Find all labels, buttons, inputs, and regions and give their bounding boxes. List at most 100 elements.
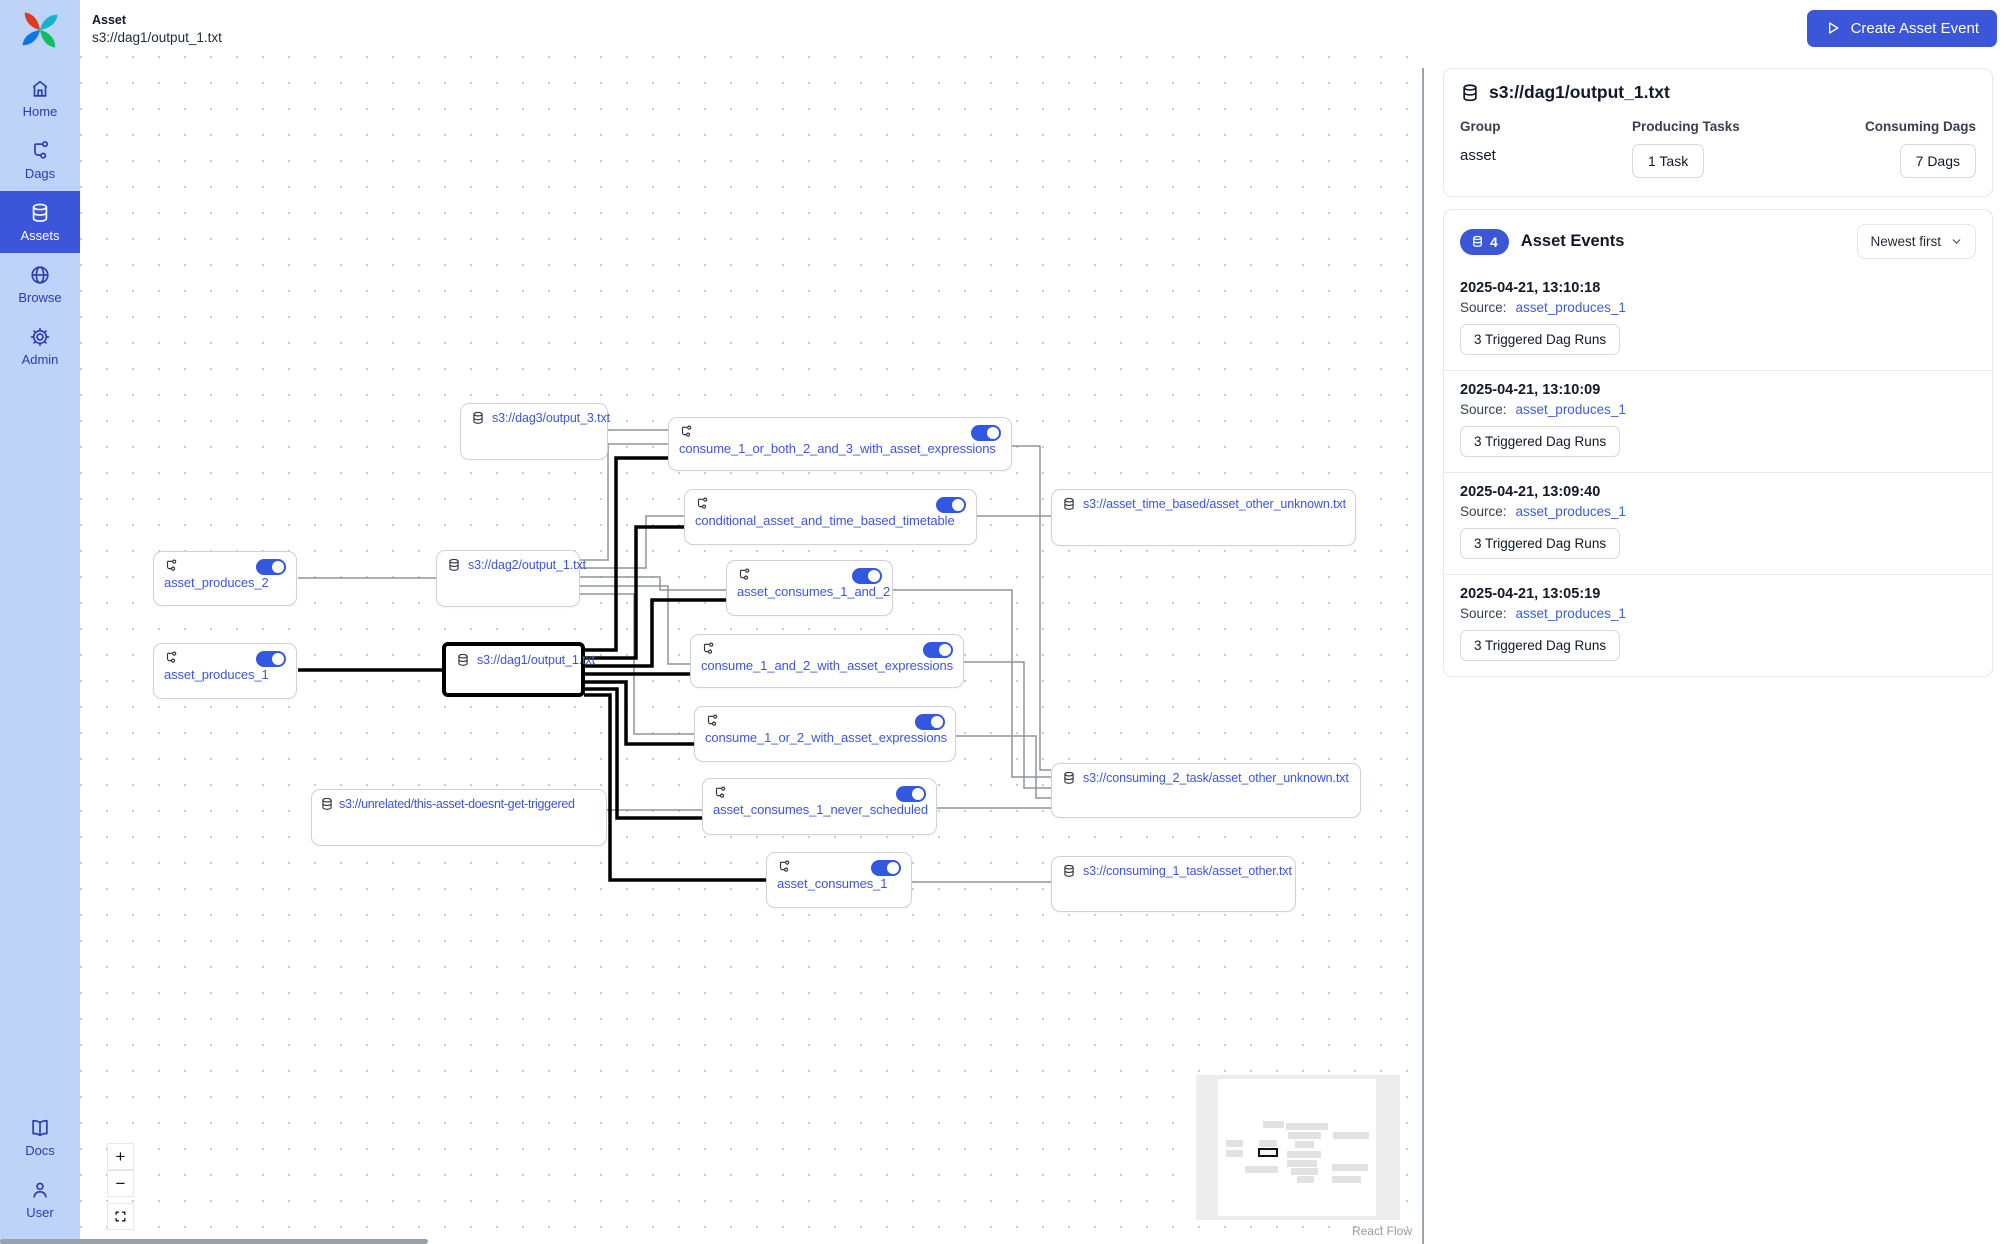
node-label[interactable]: s3://dag2/output_1.txt — [468, 558, 586, 572]
node-label[interactable]: s3://asset_time_based/asset_other_unknow… — [1083, 497, 1346, 511]
create-asset-event-label: Create Asset Event — [1851, 20, 1979, 37]
dag-pause-toggle[interactable] — [915, 714, 945, 730]
create-asset-event-button[interactable]: Create Asset Event — [1807, 10, 1997, 47]
graph-node-dag-consume-1-or-both[interactable]: consume_1_or_both_2_and_3_with_asset_exp… — [668, 417, 1012, 471]
dag-pause-toggle[interactable] — [896, 786, 926, 802]
producing-tasks-button[interactable]: 1 Task — [1632, 144, 1704, 178]
graph-edges — [80, 0, 1422, 1244]
node-label[interactable]: asset_produces_1 — [164, 667, 286, 682]
node-label[interactable]: consume_1_or_both_2_and_3_with_asset_exp… — [679, 441, 1001, 456]
sidebar-item-label: Docs — [25, 1143, 55, 1158]
node-label[interactable]: s3://consuming_2_task/asset_other_unknow… — [1083, 771, 1349, 785]
asset-events-card: 4 Asset Events Newest first 2025-04-21, … — [1443, 209, 1993, 677]
node-label[interactable]: consume_1_or_2_with_asset_expressions — [705, 730, 945, 745]
minus-icon: − — [116, 1174, 126, 1194]
event-source-link[interactable]: asset_produces_1 — [1516, 402, 1626, 417]
database-icon — [1062, 864, 1076, 878]
triggered-dag-runs-button[interactable]: 3 Triggered Dag Runs — [1460, 324, 1620, 355]
panel-resize-handle[interactable] — [1422, 68, 1424, 1244]
node-label[interactable]: s3://dag1/output_1.txt — [477, 653, 595, 667]
sidebar-item-browse[interactable]: Browse — [0, 253, 80, 315]
event-source-link[interactable]: asset_produces_1 — [1516, 504, 1626, 519]
node-label[interactable]: conditional_asset_and_time_based_timetab… — [695, 513, 966, 528]
graph-node-dag-asset-consumes-1[interactable]: asset_consumes_1 — [766, 852, 912, 908]
asset-event-item: 2025-04-21, 13:05:19 Source: asset_produc… — [1444, 574, 1992, 676]
node-label[interactable]: asset_consumes_1 — [777, 876, 901, 891]
graph-node-dag-asset-consumes-1-and-2[interactable]: asset_consumes_1_and_2 — [726, 560, 893, 616]
dag-pause-toggle[interactable] — [923, 642, 953, 658]
dag-pause-toggle[interactable] — [871, 860, 901, 876]
dag-pause-toggle[interactable] — [256, 559, 286, 575]
node-label[interactable]: asset_consumes_1_never_scheduled — [713, 802, 926, 817]
sidebar-nav: Home Dags Assets Browse Admin Docs U — [0, 0, 80, 1244]
horizontal-scrollbar[interactable] — [0, 1239, 428, 1244]
graph-node-dag-consume-1-and-2[interactable]: consume_1_and_2_with_asset_expressions — [690, 634, 964, 688]
node-label[interactable]: asset_consumes_1_and_2 — [737, 584, 882, 599]
node-label[interactable]: asset_produces_2 — [164, 575, 286, 590]
dag-pause-toggle[interactable] — [852, 568, 882, 584]
fit-view-button[interactable] — [107, 1203, 134, 1230]
graph-node-asset-consuming-2-task[interactable]: s3://consuming_2_task/asset_other_unknow… — [1051, 763, 1361, 818]
events-count: 4 — [1490, 234, 1498, 250]
graph-node-dag-consume-1-or-2[interactable]: consume_1_or_2_with_asset_expressions — [694, 706, 956, 762]
node-label[interactable]: s3://consuming_1_task/asset_other.txt — [1083, 864, 1292, 878]
sidebar-item-docs[interactable]: Docs — [0, 1106, 80, 1168]
graph-node-asset-dag1-output-1-selected[interactable]: s3://dag1/output_1.txt — [442, 642, 585, 697]
graph-node-asset-time-based[interactable]: s3://asset_time_based/asset_other_unknow… — [1051, 489, 1356, 546]
graph-node-dag-asset-produces-2[interactable]: asset_produces_2 — [153, 551, 297, 606]
graph-minimap[interactable] — [1196, 1075, 1400, 1220]
sidebar-item-assets[interactable]: Assets — [0, 191, 80, 253]
airflow-logo[interactable] — [0, 0, 80, 67]
node-label[interactable]: s3://dag3/output_3.txt — [492, 411, 610, 425]
play-icon — [1825, 20, 1841, 36]
events-sort-select[interactable]: Newest first — [1857, 224, 1976, 259]
source-label: Source: — [1460, 504, 1507, 519]
graph-node-dag-never-scheduled[interactable]: asset_consumes_1_never_scheduled — [702, 778, 937, 835]
consuming-dags-button[interactable]: 7 Dags — [1900, 144, 1976, 178]
page-title: s3://dag1/output_1.txt — [92, 30, 222, 45]
fullscreen-icon — [114, 1210, 127, 1223]
event-source-link[interactable]: asset_produces_1 — [1516, 606, 1626, 621]
source-label: Source: — [1460, 402, 1507, 417]
graph-canvas[interactable]: s3://dag3/output_3.txt consume_1_or_both… — [80, 0, 1422, 1244]
event-timestamp: 2025-04-21, 13:10:18 — [1460, 280, 1976, 296]
group-value: asset — [1460, 147, 1632, 164]
consuming-dags-label: Consuming Dags — [1865, 119, 1976, 134]
event-timestamp: 2025-04-21, 13:05:19 — [1460, 586, 1976, 602]
triggered-dag-runs-button[interactable]: 3 Triggered Dag Runs — [1460, 426, 1620, 457]
node-label[interactable]: s3://unrelated/this-asset-doesnt-get-tri… — [339, 797, 575, 811]
dag-icon — [701, 642, 715, 656]
dag-icon — [679, 425, 693, 439]
graph-node-asset-consuming-1-task[interactable]: s3://consuming_1_task/asset_other.txt — [1051, 856, 1296, 912]
dag-icon — [164, 559, 178, 573]
event-source-link[interactable]: asset_produces_1 — [1516, 300, 1626, 315]
sidebar-item-dags[interactable]: Dags — [0, 129, 80, 191]
breadcrumb: Asset s3://dag1/output_1.txt — [92, 11, 222, 45]
dag-pause-toggle[interactable] — [936, 497, 966, 513]
reactflow-attribution: React Flow — [1352, 1224, 1412, 1238]
database-icon — [29, 202, 51, 224]
page-section-label: Asset — [92, 13, 222, 27]
zoom-in-button[interactable]: + — [107, 1143, 134, 1170]
triggered-dag-runs-button[interactable]: 3 Triggered Dag Runs — [1460, 528, 1620, 559]
sidebar-item-home[interactable]: Home — [0, 67, 80, 129]
graph-node-dag-asset-produces-1[interactable]: asset_produces_1 — [153, 643, 297, 699]
database-icon — [1471, 235, 1484, 248]
node-label[interactable]: consume_1_and_2_with_asset_expressions — [701, 658, 953, 673]
database-icon — [320, 797, 334, 811]
graph-node-asset-unrelated[interactable]: s3://unrelated/this-asset-doesnt-get-tri… — [311, 789, 607, 846]
graph-node-dag-conditional[interactable]: conditional_asset_and_time_based_timetab… — [684, 489, 977, 545]
dag-pause-toggle[interactable] — [971, 425, 1001, 441]
dag-icon — [695, 497, 709, 511]
asset-detail-panel: s3://dag1/output_1.txt Group asset Produ… — [1424, 56, 2009, 1244]
sidebar-item-user[interactable]: User — [0, 1168, 80, 1230]
asset-title: s3://dag1/output_1.txt — [1489, 82, 1670, 103]
dag-icon — [705, 714, 719, 728]
source-label: Source: — [1460, 606, 1507, 621]
sidebar-item-admin[interactable]: Admin — [0, 315, 80, 377]
triggered-dag-runs-button[interactable]: 3 Triggered Dag Runs — [1460, 630, 1620, 661]
dag-pause-toggle[interactable] — [256, 651, 286, 667]
zoom-out-button[interactable]: − — [107, 1170, 134, 1197]
graph-node-asset-dag3-output-3[interactable]: s3://dag3/output_3.txt — [460, 403, 608, 460]
graph-node-asset-dag2-output-1[interactable]: s3://dag2/output_1.txt — [436, 550, 580, 607]
